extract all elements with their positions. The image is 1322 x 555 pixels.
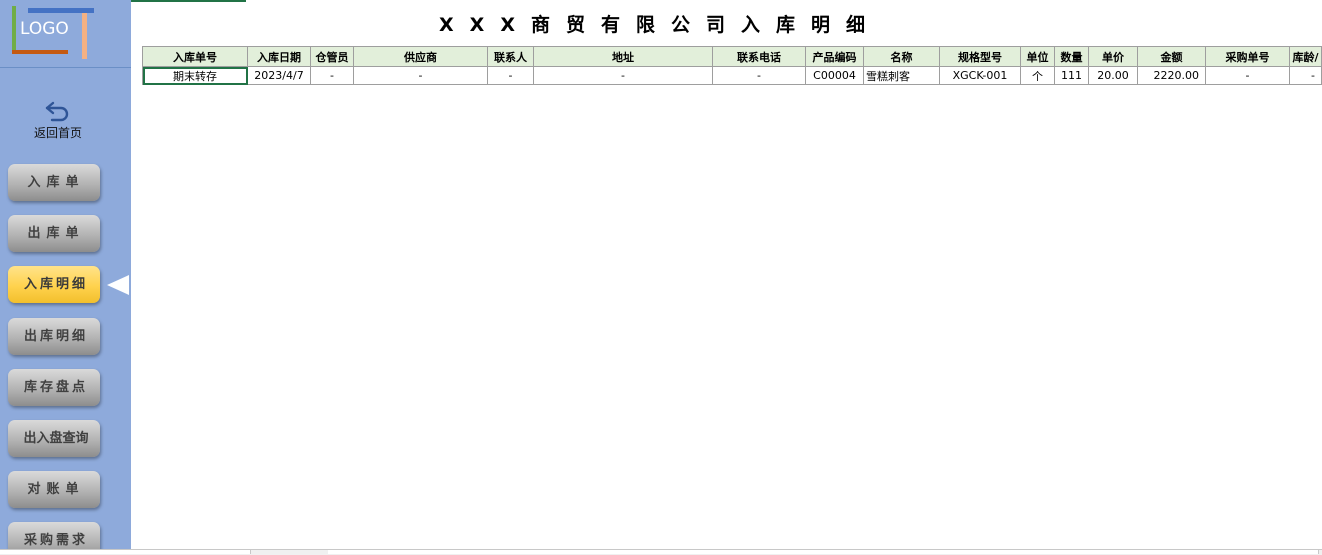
logo-bar-bottom	[12, 50, 68, 54]
cell-unit-price[interactable]: 20.00	[1088, 66, 1138, 85]
cell-product-name[interactable]: 雪糕刺客	[863, 66, 940, 85]
nav-button-outbound-detail[interactable]: 出库明细	[8, 318, 100, 355]
nav-button-inbound-detail[interactable]: 入库明细	[8, 266, 100, 303]
sidebar-divider	[0, 67, 131, 68]
cell-purchase-no[interactable]: -	[1205, 66, 1290, 85]
logo-text: LOGO	[20, 19, 69, 39]
column-header[interactable]: 金额	[1137, 46, 1206, 67]
nav-button-statement[interactable]: 对账单	[8, 471, 100, 508]
column-header[interactable]: 联系电话	[712, 46, 806, 67]
column-header[interactable]: 采购单号	[1205, 46, 1290, 67]
column-header[interactable]: 供应商	[353, 46, 488, 67]
cell-spec[interactable]: XGCK-001	[939, 66, 1021, 85]
scrollbar-track[interactable]	[328, 550, 1319, 554]
nav-button-outbound-order[interactable]: 出库单	[8, 215, 100, 252]
column-header[interactable]: 入库日期	[247, 46, 311, 67]
column-header[interactable]: 单位	[1020, 46, 1055, 67]
cell-quantity[interactable]: 111	[1054, 66, 1089, 85]
nav-button-inventory-count[interactable]: 库存盘点	[8, 369, 100, 406]
cell-inbound-date[interactable]: 2023/4/7	[247, 66, 311, 85]
active-nav-pointer	[107, 275, 129, 295]
cell-address[interactable]: -	[533, 66, 713, 85]
page-title: XXX商贸有限公司入库明细	[439, 14, 881, 36]
horizontal-scrollbar[interactable]	[0, 549, 1322, 555]
cell-inbound-no[interactable]: 期末转存	[142, 66, 248, 85]
column-header[interactable]: 数量	[1054, 46, 1089, 67]
nav-button-inbound-order[interactable]: 入库单	[8, 164, 100, 201]
column-header[interactable]: 联系人	[487, 46, 534, 67]
column-header[interactable]: 名称	[863, 46, 940, 67]
column-header[interactable]: 地址	[533, 46, 713, 67]
undo-arrow-icon	[45, 101, 69, 122]
nav-button-inout-query[interactable]: 出入盘查询	[8, 420, 100, 457]
column-header[interactable]: 入库单号	[142, 46, 248, 67]
column-header[interactable]: 产品编码	[805, 46, 864, 67]
column-header[interactable]: 单价	[1088, 46, 1138, 67]
nav-button-purchase-demand[interactable]: 采购需求	[8, 522, 100, 549]
logo: LOGO	[12, 6, 94, 60]
cell-stock-age[interactable]: -	[1289, 66, 1322, 85]
cell-keeper[interactable]: -	[310, 66, 354, 85]
sheet-tab-area	[0, 550, 251, 554]
cell-supplier[interactable]: -	[353, 66, 488, 85]
column-header[interactable]: 库龄/	[1289, 46, 1322, 67]
logo-bar-right	[82, 13, 87, 59]
active-column-indicator	[131, 0, 246, 2]
back-home-button[interactable]: 返回首页	[28, 100, 88, 141]
column-header[interactable]: 规格型号	[939, 46, 1021, 67]
cell-phone[interactable]: -	[712, 66, 806, 85]
back-home-label: 返回首页	[33, 126, 82, 140]
cell-amount[interactable]: 2220.00	[1137, 66, 1206, 85]
table-header-row: 入库单号 入库日期 仓管员 供应商 联系人 地址 联系电话 产品编码 名称 规格…	[142, 46, 1322, 67]
table-row: 期末转存 2023/4/7 - - - - - C00004 雪糕刺客 XGCK…	[142, 66, 1322, 85]
inbound-detail-table: 入库单号 入库日期 仓管员 供应商 联系人 地址 联系电话 产品编码 名称 规格…	[142, 46, 1322, 85]
logo-bar-left	[12, 6, 16, 52]
cell-product-code[interactable]: C00004	[805, 66, 864, 85]
cell-contact[interactable]: -	[487, 66, 534, 85]
cell-unit[interactable]: 个	[1020, 66, 1055, 85]
column-header[interactable]: 仓管员	[310, 46, 354, 67]
